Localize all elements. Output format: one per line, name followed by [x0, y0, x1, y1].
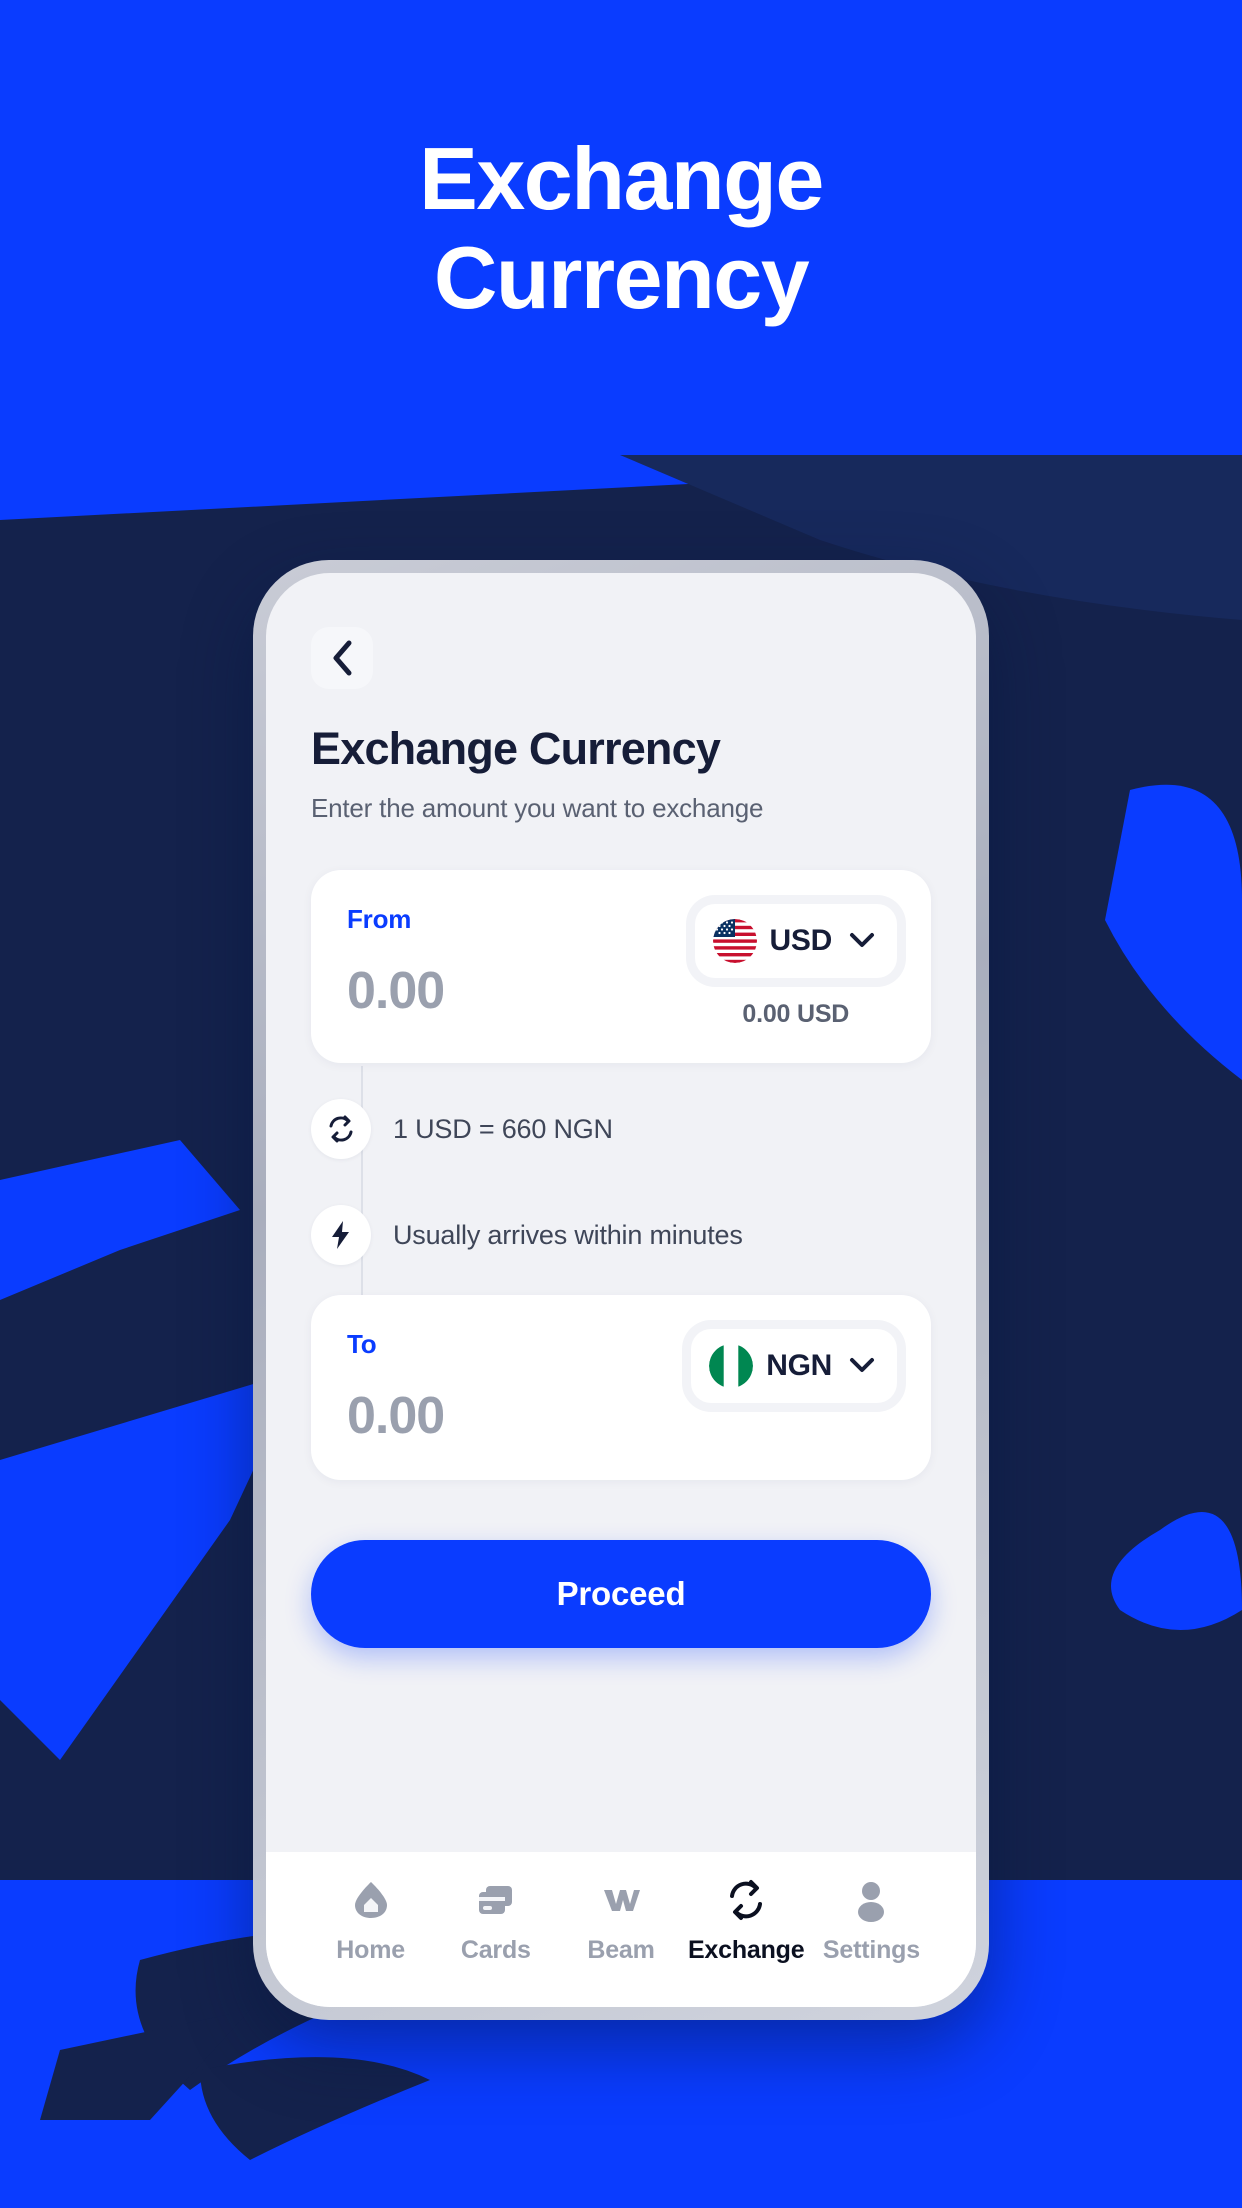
bottom-navigation: Home Cards Beam Exchange Settings — [266, 1852, 976, 2007]
home-icon — [349, 1878, 393, 1922]
tab-exchange-label: Exchange — [687, 1936, 805, 1964]
page-subtitle: Enter the amount you want to exchange — [311, 793, 764, 823]
tab-home-label: Home — [336, 1936, 405, 1964]
tab-cards[interactable]: Cards — [433, 1878, 558, 1965]
arrival-time-text: Usually arrives within minutes — [393, 1219, 743, 1250]
to-card-left: To 0.00 — [347, 1329, 445, 1446]
person-icon — [849, 1878, 893, 1922]
tab-beam[interactable]: Beam — [558, 1878, 683, 1965]
tab-home[interactable]: Home — [308, 1878, 433, 1965]
to-currency-selector[interactable]: NGN — [691, 1329, 897, 1403]
hero-line-1: Exchange — [419, 129, 824, 228]
from-amount-input[interactable]: 0.00 — [347, 961, 445, 1021]
lightning-bolt-icon — [311, 1205, 371, 1265]
ng-flag-icon — [709, 1344, 754, 1388]
exchange-icon — [724, 1878, 768, 1922]
card-icon — [474, 1878, 518, 1922]
chevron-left-icon — [331, 640, 353, 676]
exchange-rate-text: 1 USD = 660 NGN — [393, 1113, 613, 1144]
page-title: Exchange Currency — [311, 723, 721, 774]
exchange-rate-icon — [311, 1099, 371, 1159]
phone-screen: Exchange Currency Enter the amount you w… — [266, 573, 976, 2007]
from-currency-code: USD — [769, 924, 833, 957]
back-button[interactable] — [311, 627, 373, 689]
tab-settings-label: Settings — [822, 1936, 920, 1964]
chevron-down-icon — [849, 1357, 875, 1376]
beam-icon — [599, 1878, 643, 1922]
from-card-left: From 0.00 — [347, 904, 445, 1029]
app-content: Exchange Currency Enter the amount you w… — [266, 573, 976, 1852]
to-card-right: NGN — [691, 1329, 897, 1446]
tab-cards-label: Cards — [460, 1936, 531, 1964]
tab-exchange[interactable]: Exchange — [684, 1878, 809, 1965]
to-card: To 0.00 NGN — [311, 1295, 931, 1480]
hero-line-2: Currency — [433, 227, 810, 327]
from-converted-amount: 0.00 USD — [742, 1000, 850, 1028]
info-row-rate: 1 USD = 660 NGN — [311, 1099, 931, 1159]
exchange-group: From 0.00 USD 0.00 USD 1 USD = 660 NGN U… — [311, 870, 931, 1480]
from-label: From — [347, 904, 412, 934]
hero-heading: Exchange Currency — [0, 129, 1242, 327]
to-amount-input[interactable]: 0.00 — [347, 1386, 445, 1446]
proceed-button[interactable]: Proceed — [311, 1540, 931, 1648]
from-card-right: USD 0.00 USD — [694, 904, 897, 1029]
phone-mockup: Exchange Currency Enter the amount you w… — [253, 560, 989, 2020]
to-label: To — [347, 1329, 377, 1359]
tab-settings[interactable]: Settings — [809, 1878, 934, 1965]
from-card: From 0.00 USD 0.00 USD — [311, 870, 931, 1063]
exchange-info-rows: 1 USD = 660 NGN Usually arrives within m… — [311, 1063, 931, 1295]
tab-beam-label: Beam — [587, 1936, 655, 1964]
chevron-down-icon — [849, 932, 875, 951]
us-flag-icon — [712, 919, 757, 963]
to-currency-code: NGN — [766, 1349, 832, 1382]
info-row-speed: Usually arrives within minutes — [311, 1205, 931, 1265]
from-currency-selector[interactable]: USD — [694, 904, 897, 978]
